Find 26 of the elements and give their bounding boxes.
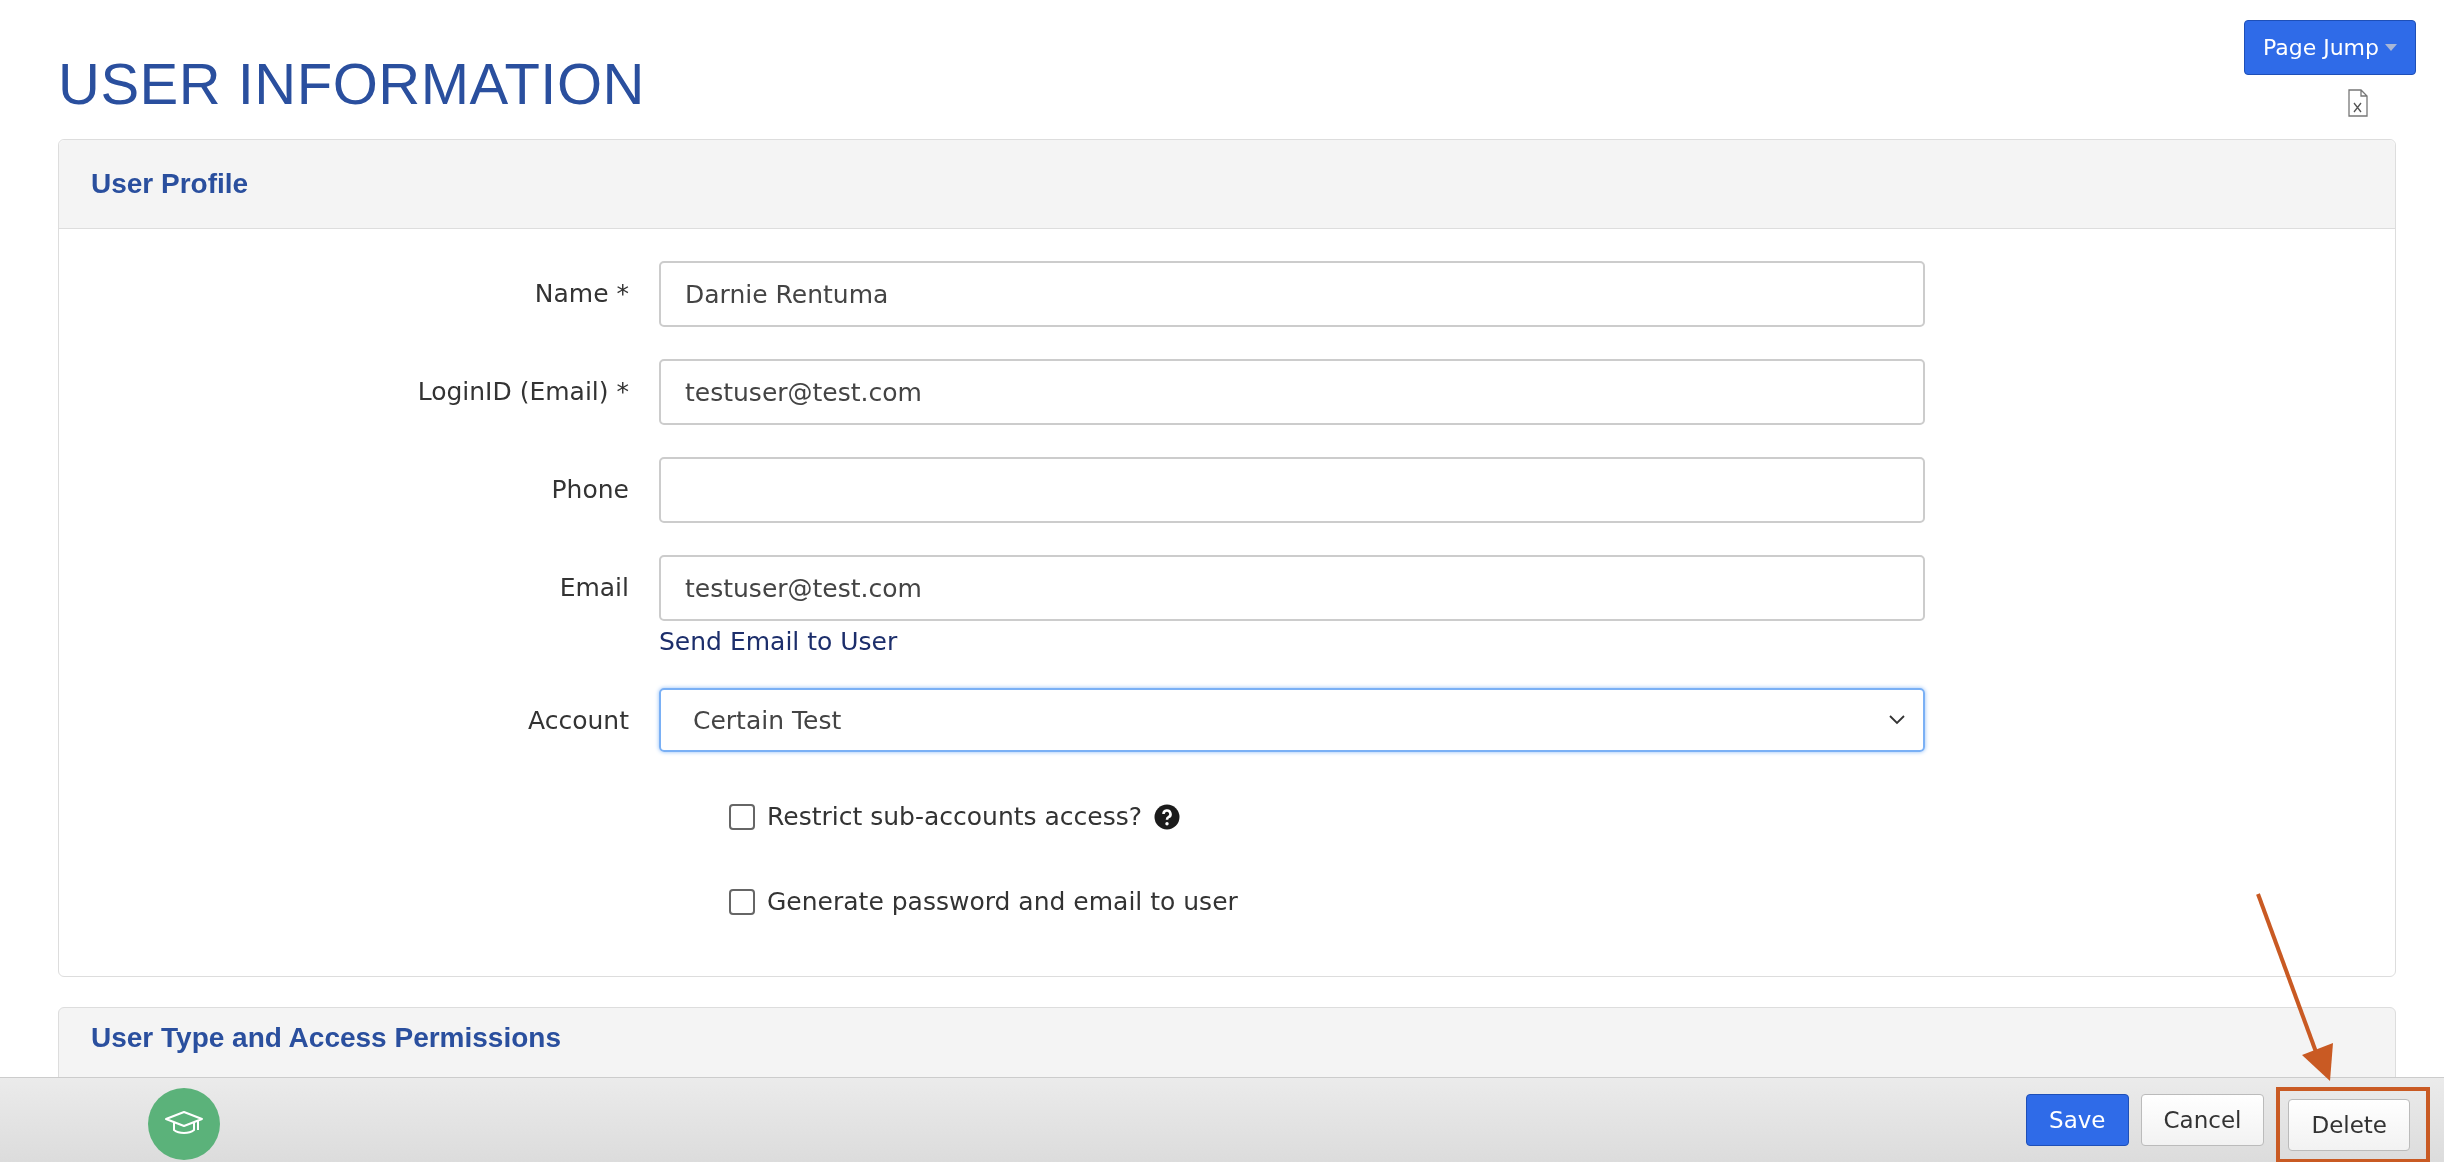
delete-button[interactable]: Delete xyxy=(2288,1099,2410,1151)
section-title: User Type and Access Permissions xyxy=(91,1022,562,1054)
field-label: Name * xyxy=(533,278,630,310)
field-label: Account xyxy=(527,705,630,737)
account-dropdown[interactable]: Certain Test xyxy=(659,688,1925,752)
checkbox[interactable] xyxy=(729,803,755,830)
field-label: Phone xyxy=(550,474,630,506)
save-button[interactable]: Save xyxy=(2026,1094,2129,1146)
text-field[interactable]: testuser@test.com xyxy=(659,555,1925,621)
send-email-link[interactable]: Send Email to User xyxy=(659,627,898,656)
page-jump-button[interactable]: Page Jump xyxy=(2243,20,2416,75)
chevron-down-icon xyxy=(1889,715,1905,725)
field-label: LoginID (Email) * xyxy=(416,376,630,408)
help-icon[interactable] xyxy=(1154,803,1180,830)
checkbox[interactable] xyxy=(729,888,755,915)
text-field[interactable] xyxy=(659,457,1925,523)
text-field[interactable]: testuser@test.com xyxy=(659,359,1925,425)
checkbox-label: Generate password and email to user xyxy=(767,887,1238,916)
text-field[interactable]: Darnie Rentuma xyxy=(659,261,1925,327)
field-label: Email xyxy=(558,572,630,604)
excel-export-icon[interactable] xyxy=(2348,89,2368,117)
checkbox-label: Restrict sub-accounts access? xyxy=(767,802,1142,831)
cancel-button[interactable]: Cancel xyxy=(2140,1094,2265,1146)
page-title: USER INFORMATION xyxy=(58,50,645,117)
caret-icon xyxy=(2385,44,2397,51)
section-title: User Profile xyxy=(91,168,249,200)
